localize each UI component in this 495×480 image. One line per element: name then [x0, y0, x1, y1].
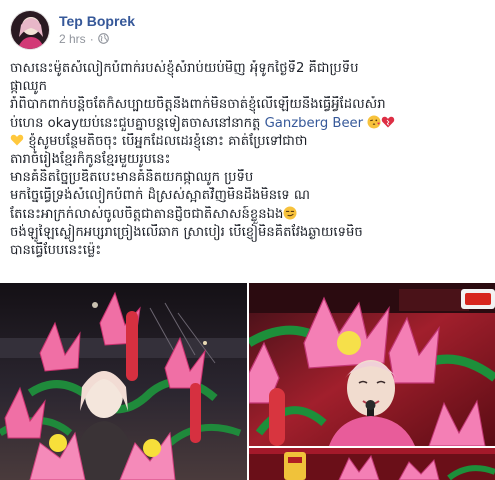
lotus-costume-photo-1[interactable]	[0, 283, 247, 480]
post-text-line: បានធ្វើបែបនេះម៉្លេះ	[10, 242, 102, 258]
post-meta: Tep Boprek 2 hrs ·	[59, 13, 135, 46]
post-subline: 2 hrs ·	[59, 32, 135, 46]
post-header: Tep Boprek 2 hrs ·	[10, 10, 135, 50]
post-text-line-with-mention: ប់ហេន okayយប់នេះជួបគ្នាបន្តទៀតចាសនៅនាកត្…	[10, 115, 488, 133]
facebook-post: Tep Boprek 2 hrs · ចាសនេះម៉ូតសំលៀកបំពាក់…	[0, 0, 495, 480]
ganzberg-beer-mention[interactable]: Ganzberg Beer	[265, 116, 364, 131]
photo-grid	[0, 283, 495, 480]
post-text-segment: ខ្ញុំសូមបន្ថែមតិចចុះ បើអ្នកដែលដេរខ្ញុំនោ…	[28, 133, 308, 149]
red-heart-emoji	[381, 115, 395, 133]
post-text-segment: តែនេះអាក្រក់លាស់ចូលចិត្តជាតានជ្ញិចជាតិសា…	[10, 206, 284, 222]
globe-icon[interactable]	[97, 33, 109, 44]
author-avatar[interactable]	[10, 10, 50, 50]
post-text-line: ចាសនេះម៉ូតសំលៀកបំពាក់របស់ខ្ញុំសំរាប់យប់ម…	[10, 61, 359, 76]
post-timestamp[interactable]: 2 hrs	[59, 32, 86, 46]
post-text-line: ផ្កាឈូក	[10, 79, 48, 95]
smirk-emoji	[283, 206, 297, 224]
lotus-costume-photo-3[interactable]	[249, 448, 495, 480]
meta-separator: ·	[89, 31, 94, 46]
lotus-costume-photo-2[interactable]	[249, 283, 495, 446]
post-text-line: តែនេះអាក្រក់លាស់ចូលចិត្តជាតានជ្ញិចជាតិសា…	[10, 206, 488, 224]
post-text-line: ខ្ញុំសូមបន្ថែមតិចចុះ បើអ្នកដែលដេរខ្ញុំនោ…	[10, 133, 488, 151]
yellow-heart-emoji	[10, 133, 24, 151]
post-text-segment: ប់ហេន okayយប់នេះជួបគ្នាបន្តទៀតចាសនៅនាកត្…	[10, 115, 261, 131]
post-text-line: ចង់ឡូឡៃស្លៀកអប្សរាច្រៀងលើឆាក ស្រាបៀរ បើខ…	[10, 224, 363, 240]
author-name[interactable]: Tep Boprek	[59, 13, 135, 29]
post-text: ចាសនេះម៉ូតសំលៀកបំពាក់របស់ខ្ញុំសំរាប់យប់ម…	[10, 60, 488, 260]
post-text-line: រាំពិបាកពាក់បន្តិចតែក៏សប្បាយចិត្តនឹងពាក់…	[10, 97, 386, 113]
post-text-line: មានគំនិតច្នៃប្រឌិតបេះមានគំនិតយកផ្កាឈូក ប…	[10, 170, 254, 186]
winking-kiss-emoji	[367, 115, 381, 133]
post-text-line: មកច្នៃធ្វើទ្រង់សំលៀកបំពាក់ ដ៏ស្រស់ស្អាតវ…	[10, 188, 310, 204]
post-text-line: តារាចំរៀងខ្មែរក៏កូនខ្មែរមួយរូបនេះ	[10, 151, 171, 167]
